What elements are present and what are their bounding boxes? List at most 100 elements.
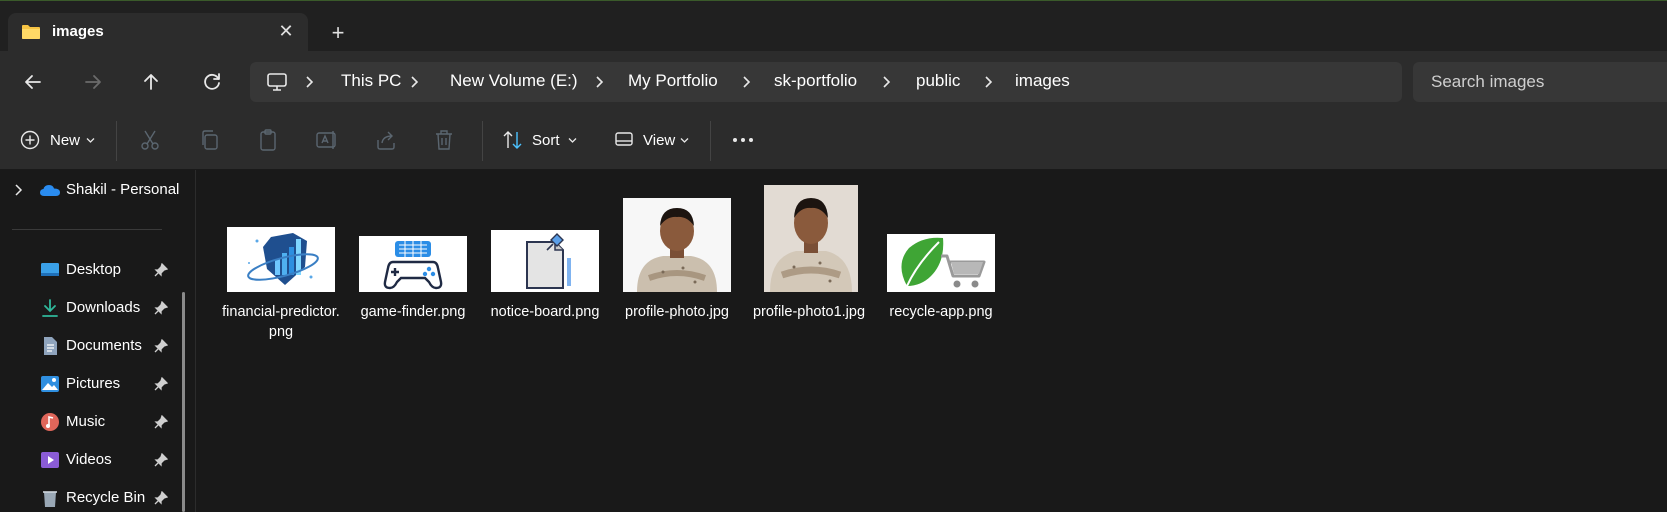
folder-icon: [22, 25, 40, 39]
pin-icon[interactable]: [154, 453, 168, 467]
file-item-game-finder[interactable]: game-finder.png: [353, 170, 473, 340]
sidebar-item-music[interactable]: Music: [0, 404, 180, 440]
videos-icon: [41, 452, 59, 468]
search-input[interactable]: Search images: [1413, 62, 1667, 102]
sort-label: Sort: [532, 132, 560, 149]
leaf-cart-image: [901, 237, 986, 288]
sidebar-item-onedrive[interactable]: Shakil - Personal: [0, 172, 180, 208]
sidebar-divider: [12, 229, 162, 230]
file-item-financial-predictor[interactable]: financial-predictor.png: [221, 170, 341, 340]
gamepad-image: [383, 241, 443, 290]
chevron-right-icon: [411, 76, 419, 88]
more-options-icon[interactable]: [731, 128, 755, 152]
file-item-profile-photo[interactable]: profile-photo.jpg: [617, 170, 737, 340]
up-arrow-icon[interactable]: [138, 69, 164, 95]
breadcrumb[interactable]: This PC New Volume (E:) My Portfolio sk-…: [250, 62, 1402, 102]
pin-icon[interactable]: [154, 415, 168, 429]
toolbar-divider: [116, 121, 117, 161]
sidebar-scrollbar[interactable]: [182, 292, 185, 512]
sidebar-item-videos[interactable]: Videos: [0, 442, 180, 478]
sidebar-item-documents[interactable]: Documents: [0, 328, 180, 364]
search-placeholder: Search images: [1431, 72, 1545, 91]
pin-icon[interactable]: [154, 377, 168, 391]
sidebar-item-label: Pictures: [66, 375, 121, 392]
breadcrumb-my-portfolio[interactable]: My Portfolio: [628, 71, 718, 91]
copy-icon[interactable]: [198, 128, 222, 152]
documents-icon: [44, 337, 57, 355]
chevron-right-icon: [883, 76, 891, 88]
sort-button[interactable]: Sort: [500, 125, 582, 155]
chevron-right-icon: [985, 76, 993, 88]
breadcrumb-images[interactable]: images: [1015, 71, 1070, 91]
sidebar-item-downloads[interactable]: Downloads: [0, 290, 180, 326]
cut-icon[interactable]: [138, 128, 162, 152]
breadcrumb-this-pc[interactable]: This PC: [341, 71, 401, 91]
rename-icon[interactable]: [315, 128, 339, 152]
sidebar-item-label: Videos: [66, 451, 112, 468]
refresh-icon[interactable]: [199, 69, 225, 95]
delete-icon[interactable]: [432, 128, 456, 152]
computer-icon: [267, 73, 287, 91]
file-name: game-finder.png: [360, 304, 466, 320]
file-thumbnail: [623, 198, 731, 292]
toolbar-divider: [710, 121, 711, 161]
file-item-profile-photo1[interactable]: profile-photo1.jpg: [749, 170, 869, 340]
pin-icon[interactable]: [154, 491, 168, 505]
forward-arrow-icon[interactable]: [80, 69, 106, 95]
sidebar-item-label: Desktop: [66, 261, 122, 278]
share-icon[interactable]: [374, 128, 398, 152]
close-icon[interactable]: ✕: [276, 21, 296, 41]
file-thumbnail: [764, 185, 858, 292]
plus-icon[interactable]: +: [326, 21, 350, 45]
person-photo: [637, 208, 717, 292]
view-icon: [615, 132, 633, 146]
pin-icon[interactable]: [154, 339, 168, 353]
sidebar-item-desktop[interactable]: Desktop: [0, 252, 180, 288]
sidebar-item-label: Documents: [66, 337, 142, 354]
breadcrumb-sk-portfolio[interactable]: sk-portfolio: [774, 71, 857, 91]
chevron-right-icon[interactable]: [14, 183, 24, 197]
music-icon: [41, 413, 59, 431]
file-name: profile-photo1.jpg: [752, 304, 866, 320]
chevron-down-icon: [568, 138, 577, 143]
pin-icon[interactable]: [154, 263, 168, 277]
breadcrumb-new-volume[interactable]: New Volume (E:): [450, 71, 578, 91]
back-arrow-icon[interactable]: [20, 69, 46, 95]
chevron-right-icon: [743, 76, 751, 88]
new-label: New: [50, 132, 81, 149]
navigation-pane: Shakil - Personal Desktop Downloads Docu…: [0, 170, 196, 512]
desktop-icon: [41, 263, 59, 276]
person-photo: [770, 198, 852, 292]
sort-icon: [503, 131, 522, 149]
file-name: profile-photo.jpg: [625, 304, 729, 320]
document-pin-image: [526, 233, 571, 289]
sidebar-item-recycle-bin[interactable]: Recycle Bin: [0, 480, 180, 512]
command-bar: New Sort View: [0, 111, 1667, 170]
sidebar-item-pictures[interactable]: Pictures: [0, 366, 180, 402]
sidebar-item-label: Recycle Bin: [66, 489, 146, 506]
toolbar-divider: [482, 121, 483, 161]
file-item-notice-board[interactable]: notice-board.png: [485, 170, 605, 340]
tab-title: images: [52, 23, 104, 40]
recycle-bin-icon: [43, 491, 57, 507]
file-thumbnail: [491, 230, 599, 292]
plus-circle-icon: [20, 130, 40, 150]
tab-images[interactable]: images ✕: [8, 13, 308, 52]
paste-icon[interactable]: [256, 128, 280, 152]
chevron-right-icon: [306, 76, 314, 88]
pictures-icon: [41, 376, 59, 392]
sidebar-item-label: Shakil - Personal: [66, 181, 180, 198]
new-button[interactable]: New: [18, 125, 100, 155]
file-item-recycle-app[interactable]: recycle-app.png: [881, 170, 1001, 340]
address-bar: This PC New Volume (E:) My Portfolio sk-…: [0, 51, 1667, 111]
breadcrumb-public[interactable]: public: [916, 71, 960, 91]
file-thumbnail: [227, 227, 335, 292]
chart-shield-image: [247, 233, 319, 285]
sidebar-item-label: Music: [66, 413, 106, 430]
downloads-icon: [42, 299, 58, 317]
title-bar: images ✕ +: [0, 0, 1667, 52]
file-name: recycle-app.png: [889, 304, 993, 320]
pin-icon[interactable]: [154, 301, 168, 315]
onedrive-cloud-icon: [40, 185, 60, 196]
view-button[interactable]: View: [612, 125, 694, 155]
